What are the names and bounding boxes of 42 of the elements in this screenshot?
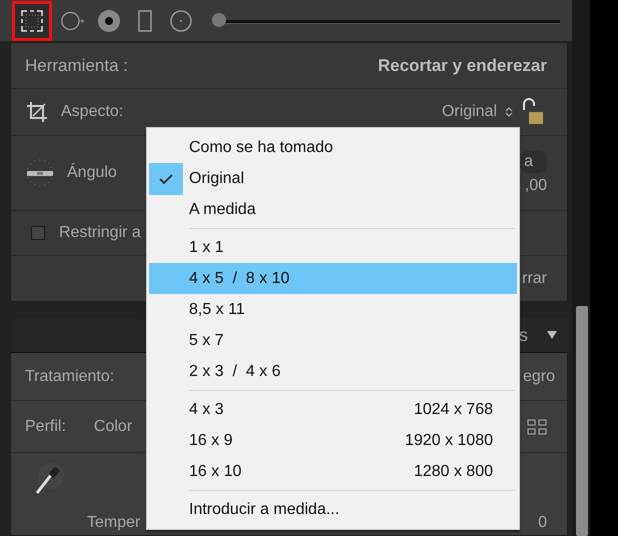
menu-item[interactable]: 1 x 1 — [149, 232, 517, 263]
menu-item[interactable]: Introducir a medida... — [149, 494, 517, 525]
menu-item[interactable]: 4 x 5 / 8 x 10 — [149, 263, 517, 294]
reset-button[interactable]: rrar — [522, 270, 547, 288]
menu-item[interactable]: 8,5 x 11 — [149, 294, 517, 325]
profile-label: Perfil: — [25, 418, 66, 436]
constrain-label: Restringir a — [59, 224, 141, 242]
collapse-triangle-icon[interactable] — [546, 330, 558, 340]
temperature-value[interactable]: 0 — [538, 514, 547, 532]
eye-icon — [97, 8, 121, 32]
menu-item[interactable]: Como se ha tomado — [149, 132, 517, 163]
menu-item[interactable]: 4 x 3 1024 x 768 — [149, 394, 517, 425]
tool-label: Herramienta : — [25, 56, 128, 76]
circle-icon — [169, 8, 193, 32]
menu-item[interactable]: 5 x 7 — [149, 325, 517, 356]
angle-value[interactable]: ,00 — [524, 177, 547, 195]
constrain-checkbox[interactable] — [31, 226, 45, 240]
slider-thumb[interactable] — [212, 12, 226, 26]
treatment-option[interactable]: egro — [522, 368, 555, 386]
menu-item[interactable]: Original — [149, 163, 517, 194]
scrollbar[interactable] — [572, 0, 590, 536]
aspect-label: Aspecto: — [61, 103, 124, 121]
grid-icon[interactable] — [527, 418, 547, 434]
temperature-label: Temper — [87, 514, 140, 532]
crop-tool-button[interactable] — [12, 0, 52, 40]
angle-label: Ángulo — [67, 164, 117, 182]
section-title: s — [519, 324, 528, 346]
menu-item[interactable]: A medida — [149, 194, 517, 225]
treatment-label: Tratamiento: — [25, 368, 114, 386]
level-icon — [25, 158, 55, 188]
tool-name: Recortar y enderezar — [378, 56, 547, 76]
profile-dropdown[interactable]: Color — [94, 418, 132, 436]
check-icon — [149, 162, 183, 194]
crop-frame-icon — [20, 8, 44, 32]
auto-button[interactable]: a — [520, 151, 547, 173]
menu-item[interactable]: 2 x 3 / 4 x 6 — [149, 356, 517, 387]
up-down-caret-icon — [505, 106, 513, 118]
crop-icon — [25, 100, 49, 124]
aspect-dropdown[interactable]: Original — [442, 103, 497, 121]
menu-item[interactable]: 16 x 10 1280 x 800 — [149, 456, 517, 487]
eyedropper-icon[interactable] — [33, 461, 67, 495]
menu-item[interactable]: 16 x 9 1920 x 1080 — [149, 425, 517, 456]
